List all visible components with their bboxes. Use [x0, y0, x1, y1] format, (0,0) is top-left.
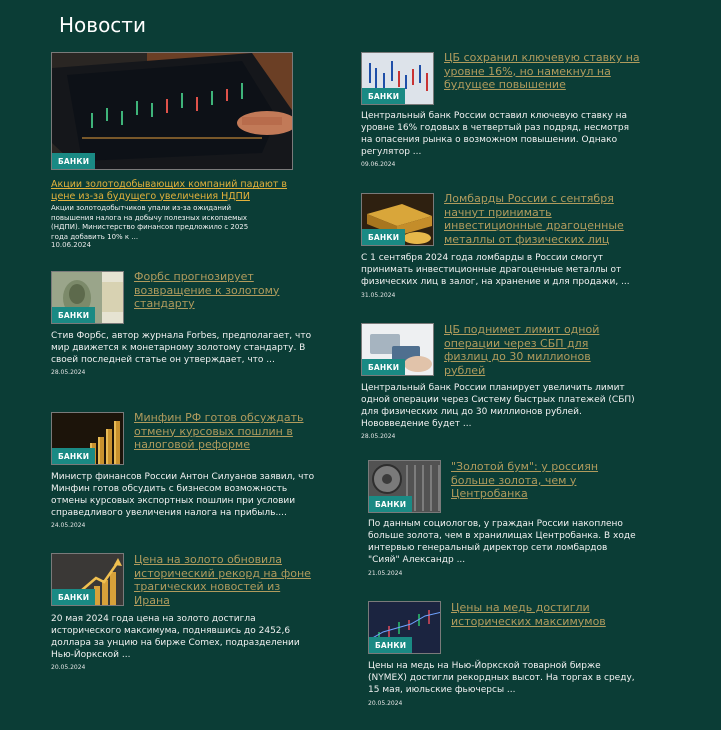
news-date: 28.05.2024: [51, 369, 86, 376]
category-badge[interactable]: БАНКИ: [362, 229, 406, 245]
news-date: 31.05.2024: [361, 292, 396, 299]
news-excerpt: Акции золотодобытчиков упали из-за ожида…: [51, 204, 249, 241]
category-badge[interactable]: БАНКИ: [52, 307, 96, 323]
category-badge[interactable]: БАНКИ: [362, 359, 406, 375]
news-headline[interactable]: Цены на медь достигли исторических макси…: [451, 601, 631, 628]
news-image[interactable]: БАНКИ: [368, 601, 441, 654]
news-image[interactable]: БАНКИ: [361, 193, 434, 246]
news-headline[interactable]: Акции золотодобывающих компаний падают в…: [51, 179, 293, 202]
news-headline[interactable]: ЦБ сохранил ключевую ставку на уровне 16…: [444, 51, 644, 92]
news-excerpt: По данным социологов, у граждан России н…: [368, 519, 636, 565]
news-headline[interactable]: Минфин РФ готов обсуждать отмену курсовы…: [134, 411, 304, 452]
news-headline[interactable]: ЦБ поднимет лимит одной операции через С…: [444, 323, 634, 377]
news-excerpt: Министр финансов России Антон Силуанов з…: [51, 472, 315, 518]
news-date: 20.05.2024: [51, 664, 86, 671]
category-badge[interactable]: БАНКИ: [52, 153, 96, 169]
news-date: 28.05.2024: [361, 433, 396, 440]
news-image[interactable]: БАНКИ: [51, 271, 124, 324]
news-image[interactable]: БАНКИ: [51, 412, 124, 465]
news-excerpt: Цены на медь на Нью-Йоркской товарной би…: [368, 661, 635, 695]
news-date: 10.06.2024: [51, 241, 92, 249]
news-excerpt: Стив Форбс, автор журнала Forbes, предпо…: [51, 331, 312, 365]
news-image[interactable]: БАНКИ: [361, 323, 434, 376]
news-headline[interactable]: Цена на золото обновила исторический рек…: [134, 553, 314, 607]
news-excerpt: Центральный банк России оставил ключевую…: [361, 111, 630, 157]
category-badge[interactable]: БАНКИ: [369, 496, 413, 512]
news-date: 24.05.2024: [51, 522, 86, 529]
news-date: 21.05.2024: [368, 570, 403, 577]
category-badge[interactable]: БАНКИ: [362, 88, 406, 104]
news-headline[interactable]: Ломбарды России с сентября начнут приним…: [444, 192, 629, 246]
news-headline[interactable]: "Золотой бум": у россиян больше золота, …: [451, 460, 641, 501]
news-date: 09.06.2024: [361, 161, 396, 168]
news-headline[interactable]: Форбс прогнозирует возвращение к золотом…: [134, 270, 294, 311]
news-date: 20.05.2024: [368, 700, 403, 707]
category-badge[interactable]: БАНКИ: [52, 448, 96, 464]
news-excerpt: 20 мая 2024 года цена на золото достигла…: [51, 614, 300, 660]
news-image[interactable]: БАНКИ: [361, 52, 434, 105]
news-excerpt: Центральный банк России планирует увелич…: [361, 383, 635, 429]
news-image[interactable]: БАНКИ: [51, 553, 124, 606]
news-image[interactable]: БАНКИ: [51, 52, 293, 170]
news-excerpt: С 1 сентября 2024 года ломбарды в России…: [361, 253, 630, 287]
news-image[interactable]: БАНКИ: [368, 460, 441, 513]
category-badge[interactable]: БАНКИ: [369, 637, 413, 653]
category-badge[interactable]: БАНКИ: [52, 589, 96, 605]
page-title: Новости: [59, 13, 146, 37]
